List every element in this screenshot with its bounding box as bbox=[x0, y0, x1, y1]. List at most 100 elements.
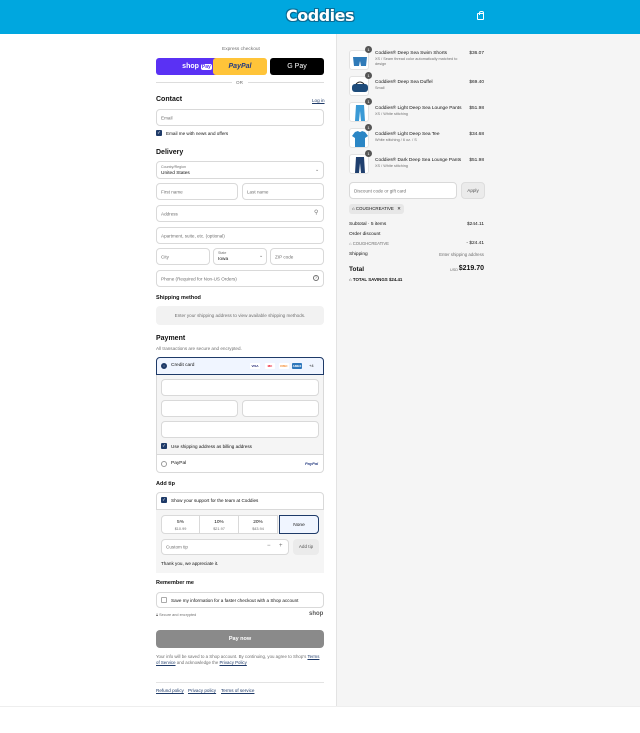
subtotal-label: Subtotal · 5 items bbox=[349, 222, 387, 227]
billing-same-label: Use shipping address as billing address bbox=[171, 444, 252, 449]
discount-code: COUGHCREATIVE bbox=[352, 241, 389, 246]
product-image-dark-lounge-pants bbox=[349, 154, 369, 174]
chevron-down-icon: ⌄ bbox=[259, 253, 264, 259]
product-image-swim-shorts bbox=[349, 50, 369, 70]
mastercard-icon: MC bbox=[265, 363, 275, 369]
shop-pay-label: shop bbox=[182, 63, 199, 70]
newsletter-label: Email me with news and offers bbox=[166, 131, 229, 136]
custom-tip-placeholder: Custom tip bbox=[166, 544, 188, 550]
payment-subtitle: All transactions are secure and encrypte… bbox=[156, 346, 242, 351]
privacy-link[interactable]: Privacy Policy bbox=[220, 660, 247, 665]
custom-tip-field[interactable]: Custom tip − + bbox=[161, 539, 289, 555]
divider bbox=[0, 706, 640, 707]
remember-title: Remember me bbox=[156, 580, 194, 586]
plus-icon[interactable]: + bbox=[279, 543, 283, 549]
discount-code-row: ⌂ COUGHCREATIVE bbox=[349, 241, 389, 246]
shopping-bag-icon[interactable] bbox=[477, 11, 484, 20]
legal-text-1: Your info will be saved to a Shop accoun… bbox=[156, 654, 307, 659]
shop-logo: shop bbox=[309, 611, 324, 617]
last-name-field[interactable]: Last name bbox=[242, 183, 324, 200]
google-pay-button[interactable]: G Pay bbox=[270, 58, 324, 75]
tip-percent: 5% bbox=[177, 520, 184, 525]
discount-value: - $24.41 bbox=[466, 241, 484, 246]
terms-of-service-link[interactable]: Terms of service bbox=[221, 688, 254, 693]
discount-code-field[interactable]: Discount code or gift card bbox=[349, 182, 457, 199]
discover-icon: DISC bbox=[279, 363, 289, 369]
contact-title: Contact bbox=[156, 96, 183, 103]
apply-button[interactable]: Apply bbox=[461, 182, 485, 199]
amex-icon: AMEX bbox=[292, 363, 302, 369]
email-field[interactable]: Email bbox=[156, 109, 324, 126]
minus-icon[interactable]: − bbox=[267, 543, 271, 549]
phone-field[interactable]: Phone (Required for Non-US Orders) ? bbox=[156, 270, 324, 287]
paypal-radio[interactable] bbox=[161, 461, 167, 467]
tag-icon: ⌂ bbox=[349, 277, 352, 282]
refund-policy-link[interactable]: Refund policy bbox=[156, 688, 184, 693]
site-header: Coddies bbox=[0, 0, 640, 34]
quantity-badge: 1 bbox=[365, 150, 372, 157]
login-link[interactable]: Log in bbox=[312, 98, 325, 103]
credit-card-radio[interactable] bbox=[161, 363, 167, 369]
product-image-light-lounge-pants bbox=[349, 102, 369, 122]
tip-option-5[interactable]: 5% $10.99 bbox=[161, 515, 200, 534]
country-label: Country/Region bbox=[161, 165, 186, 169]
tip-percent: 20% bbox=[253, 520, 263, 525]
help-icon[interactable]: ? bbox=[313, 275, 319, 281]
card-cvv-field[interactable] bbox=[242, 400, 319, 417]
tip-amount: $43.94 bbox=[252, 527, 264, 531]
tip-support-checkbox[interactable]: ✓ bbox=[161, 497, 167, 503]
tip-title: Add tip bbox=[156, 481, 175, 487]
card-number-field[interactable] bbox=[161, 379, 319, 396]
newsletter-checkbox[interactable]: ✓ bbox=[156, 130, 162, 136]
item-variant: White stitching / 6 oz. / S bbox=[375, 138, 417, 142]
billing-same-checkbox[interactable]: ✓ bbox=[161, 443, 167, 449]
pay-now-button[interactable]: Pay now bbox=[156, 630, 324, 648]
privacy-policy-link[interactable]: Privacy policy bbox=[188, 688, 216, 693]
address-field[interactable]: Address ⚲ bbox=[156, 205, 324, 222]
first-name-field[interactable]: First name bbox=[156, 183, 238, 200]
savings-value: $24.41 bbox=[388, 277, 403, 282]
zip-field[interactable]: ZIP code bbox=[270, 248, 324, 265]
state-value: Iowa bbox=[218, 257, 229, 262]
brand-logo[interactable]: Coddies bbox=[286, 6, 355, 25]
shipping-value: Enter shipping address bbox=[439, 252, 484, 257]
item-name: Coddies® Light Deep Sea Tee bbox=[375, 132, 440, 137]
tip-option-20[interactable]: 20% $43.94 bbox=[239, 515, 278, 534]
remember-label: Save my information for a faster checkou… bbox=[171, 598, 299, 603]
subtotal-value: $244.11 bbox=[467, 222, 484, 227]
email-placeholder: Email bbox=[161, 115, 173, 120]
order-discount-label: Order discount bbox=[349, 232, 381, 237]
first-name-placeholder: First name bbox=[161, 189, 183, 194]
paypal-express-button[interactable]: PayPal bbox=[213, 58, 267, 75]
tip-option-10[interactable]: 10% $21.97 bbox=[200, 515, 239, 534]
quantity-badge: 1 bbox=[365, 98, 372, 105]
divider bbox=[156, 82, 232, 83]
country-select[interactable]: Country/Region United States ⌄ bbox=[156, 161, 324, 179]
more-cards-label: +4 bbox=[309, 363, 314, 368]
card-name-field[interactable] bbox=[161, 421, 319, 438]
state-label: State bbox=[218, 251, 227, 255]
remember-checkbox[interactable] bbox=[161, 597, 167, 603]
item-variant: Small bbox=[375, 86, 385, 90]
tip-option-none[interactable]: None bbox=[279, 515, 319, 534]
tip-support-label: Show your support for the team at Coddie… bbox=[171, 498, 259, 503]
add-tip-button[interactable]: Add tip bbox=[293, 539, 319, 555]
visa-icon: VISA bbox=[250, 363, 260, 369]
state-select[interactable]: State Iowa ⌄ bbox=[213, 248, 267, 265]
card-expiry-field[interactable] bbox=[161, 400, 238, 417]
savings-row: ⌂ TOTAL SAVINGS $24.41 bbox=[349, 277, 402, 282]
applied-code: COUGHCREATIVE bbox=[355, 206, 394, 211]
divider bbox=[156, 454, 324, 455]
legal-text-2: and acknowledge the bbox=[176, 660, 219, 665]
chevron-down-icon: ⌄ bbox=[315, 167, 320, 173]
apartment-field[interactable]: Apartment, suite, etc. (optional) bbox=[156, 227, 324, 244]
item-price: $51.98 bbox=[469, 158, 484, 163]
tag-icon: ⌂ bbox=[352, 206, 355, 211]
city-field[interactable]: City bbox=[156, 248, 210, 265]
tip-amount: $21.97 bbox=[213, 527, 225, 531]
city-placeholder: City bbox=[161, 254, 169, 259]
shipping-label: Shipping bbox=[349, 252, 368, 257]
remove-code-icon[interactable]: ✕ bbox=[397, 206, 401, 211]
delivery-title: Delivery bbox=[156, 149, 184, 156]
secure-text: Secure and encrypted bbox=[159, 613, 197, 617]
